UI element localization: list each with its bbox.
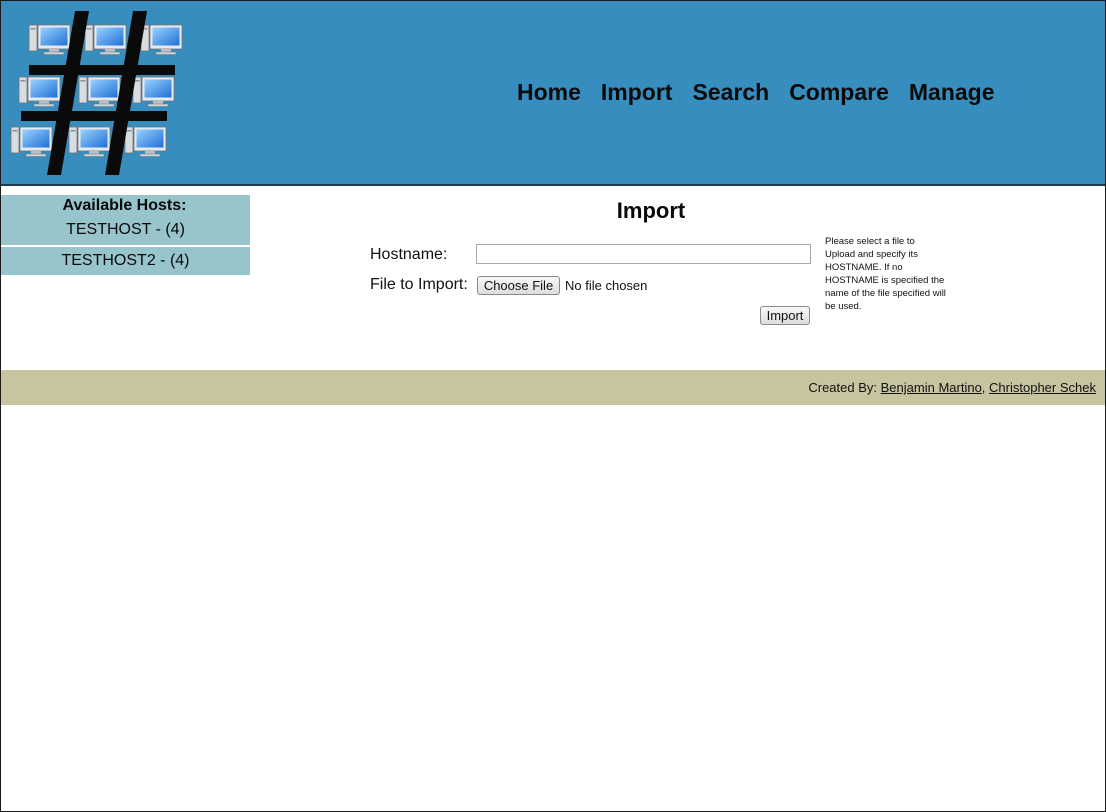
nav-manage[interactable]: Manage	[909, 77, 995, 107]
file-label: File to Import:	[370, 276, 468, 293]
nav-compare[interactable]: Compare	[789, 77, 889, 107]
author-link-christopher[interactable]: Christopher Schek	[989, 380, 1096, 395]
header: Home Import Search Compare Manage	[1, 1, 1105, 186]
nav-search[interactable]: Search	[692, 77, 769, 107]
nav-import[interactable]: Import	[601, 77, 673, 107]
host-item-testhost[interactable]: TESTHOST - (4)	[1, 215, 250, 242]
hostname-input[interactable]	[476, 244, 811, 264]
page-frame: Home Import Search Compare Manage Availa…	[0, 0, 1106, 812]
host-item-testhost2[interactable]: TESTHOST2 - (4)	[1, 247, 250, 275]
sidebar-header: Available Hosts: TESTHOST - (4)	[1, 195, 250, 246]
hash-network-computers-icon[interactable]	[7, 9, 191, 179]
nav-home[interactable]: Home	[517, 77, 581, 107]
credits-separator: ,	[981, 380, 986, 395]
help-text: Please select a file to Upload and speci…	[825, 236, 946, 312]
sidebar-title: Available Hosts:	[62, 197, 187, 214]
choose-file-button[interactable]: Choose File	[477, 276, 560, 295]
import-button[interactable]: Import	[760, 306, 810, 325]
credits: Created By: Benjamin Martino, Christophe…	[808, 380, 1096, 396]
footer: Created By: Benjamin Martino, Christophe…	[1, 370, 1105, 405]
credits-label: Created By:	[808, 380, 878, 395]
host-row: TESTHOST2 - (4)	[1, 246, 250, 275]
hostname-label: Hostname:	[370, 246, 448, 263]
file-status-text: No file chosen	[565, 278, 648, 293]
page-title: Import	[616, 198, 686, 223]
author-link-benjamin[interactable]: Benjamin Martino	[881, 380, 982, 395]
main-nav: Home Import Search Compare Manage	[517, 77, 1015, 107]
hosts-sidebar: Available Hosts: TESTHOST - (4) TESTHOST…	[1, 195, 250, 275]
